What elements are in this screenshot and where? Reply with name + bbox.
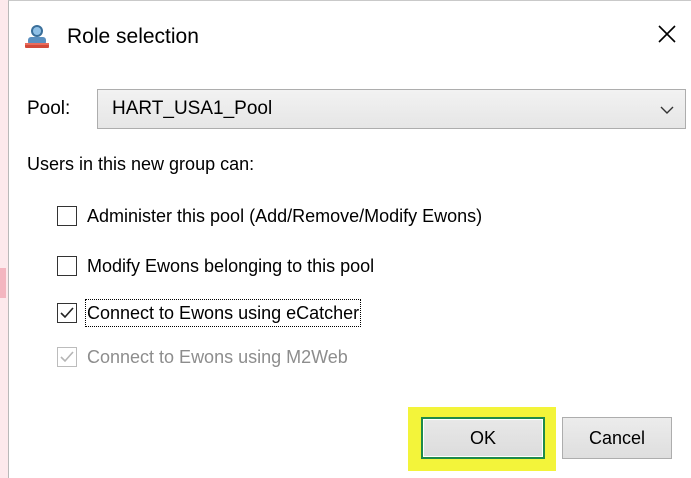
title-bar: Role selection [9,1,691,77]
modify-ewons-checkbox[interactable] [57,256,77,276]
permission-modify-ewons[interactable]: Modify Ewons belonging to this pool [57,251,374,281]
permission-label: Connect to Ewons using eCatcher [84,299,362,327]
users-permissions-label: Users in this new group can: [27,154,255,174]
pool-label: Pool: [27,98,71,119]
pool-dropdown[interactable]: HART_USA1_Pool [97,89,686,129]
ok-button[interactable]: OK [421,417,545,459]
checkmark-icon [60,307,74,319]
checkmark-icon [60,351,74,363]
permission-label: Administer this pool (Add/Remove/Modify … [87,206,483,226]
connect-m2web-checkbox [57,347,77,367]
permission-connect-ecatcher[interactable]: Connect to Ewons using eCatcher [57,298,362,328]
permission-connect-m2web: Connect to Ewons using M2Web [57,342,348,372]
cancel-button[interactable]: Cancel [562,417,672,459]
permission-administer-pool[interactable]: Administer this pool (Add/Remove/Modify … [57,201,482,231]
permission-label: Connect to Ewons using M2Web [87,347,348,367]
connect-ecatcher-checkbox[interactable] [57,303,77,323]
close-button[interactable] [643,13,691,59]
dialog-title: Role selection [67,25,199,48]
chevron-down-icon [659,102,675,118]
permission-label: Modify Ewons belonging to this pool [87,256,375,276]
users-group-icon [23,23,51,51]
role-selection-dialog: Role selection Pool: HART_USA1_Pool User… [8,0,691,478]
background-window-edge [0,0,8,478]
close-icon [657,24,677,49]
pool-selected-value: HART_USA1_Pool [112,98,273,119]
administer-pool-checkbox[interactable] [57,206,77,226]
